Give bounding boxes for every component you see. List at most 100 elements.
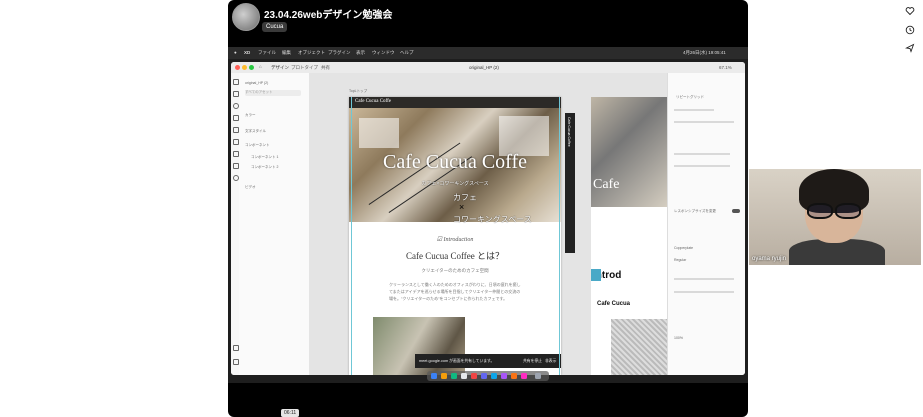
- app-icon[interactable]: [441, 373, 447, 379]
- app-icon[interactable]: [491, 373, 497, 379]
- hero-x-mark: ×: [459, 202, 465, 212]
- app-icon[interactable]: [511, 373, 517, 379]
- side-label-strip: Cafe Cucua Coffee: [565, 113, 575, 253]
- trash-icon[interactable]: [535, 373, 541, 379]
- responsive-resize-label: レスポンシブサイズを変更: [674, 209, 716, 213]
- xd-window: ⌂ デザイン プロトタイプ 共有 original_HP (2) 67.1% o…: [231, 62, 745, 375]
- finder-icon[interactable]: [431, 373, 437, 379]
- prop-row: [674, 153, 730, 155]
- component-item-2[interactable]: コンポーネント 2: [251, 165, 278, 169]
- font-family-select[interactable]: Copperplate: [674, 246, 693, 250]
- menu-file[interactable]: ファイル: [258, 50, 276, 56]
- hide-toast-button[interactable]: 非表示: [545, 359, 556, 364]
- artboard2-hero-text: Cafe: [593, 177, 620, 192]
- clock-icon[interactable]: [905, 25, 915, 35]
- assets-search-input[interactable]: すべてのアセット: [245, 90, 301, 96]
- chrome-icon[interactable]: [471, 373, 477, 379]
- menu-window[interactable]: ウィンドウ: [372, 50, 395, 56]
- tab-design[interactable]: デザイン: [271, 65, 289, 71]
- toast-message: meet.google.com が画面を共有しています。: [419, 359, 495, 363]
- app-icon[interactable]: [501, 373, 507, 379]
- property-inspector: リピートグリッド レスポンシブサイズを変更 Copperplate Regula…: [667, 73, 745, 375]
- home-icon[interactable]: ⌂: [259, 64, 262, 69]
- artboard2-hero: Cafe: [591, 97, 667, 207]
- zoom-level[interactable]: 67.1%: [719, 65, 732, 70]
- assets-document-label: original_HP (2): [245, 81, 269, 85]
- channel-badge[interactable]: Cucua: [262, 22, 288, 32]
- app-icon[interactable]: [461, 373, 467, 379]
- menu-help[interactable]: ヘルプ: [400, 50, 414, 56]
- xd-icon[interactable]: [521, 373, 527, 379]
- intro-label-text: Introduction: [443, 237, 474, 243]
- responsive-toggle[interactable]: [732, 209, 740, 213]
- mac-dock: [427, 371, 549, 381]
- artboard2-intro: Introd: [591, 269, 667, 283]
- mac-menubar: ● XD ファイル 編集 オブジェクト プラグイン 表示 ウィンドウ ヘルプ 4…: [228, 47, 748, 59]
- artboard2-photo: [611, 319, 667, 375]
- layout-guide: [559, 97, 560, 375]
- prop-row: [674, 121, 734, 123]
- app-icon[interactable]: [451, 373, 457, 379]
- video-player[interactable]: 23.04.26webデザイン勉強会 Cucua ● XD ファイル 編集 オブ…: [228, 0, 748, 417]
- component-item-1[interactable]: コンポーネント 1: [251, 155, 278, 159]
- intro-caption: クリエイターのためのカフェ空間: [421, 268, 489, 273]
- screen-share-toast: meet.google.com が画面を共有しています。 共有を停止 非表示: [415, 354, 561, 368]
- intro-title: Cafe Cucua Coffee とは？: [405, 251, 505, 261]
- menu-view[interactable]: 表示: [356, 50, 365, 56]
- hero-window-pane: [499, 116, 549, 156]
- site-header: Cafe Cucua Coffe: [349, 97, 561, 108]
- document-title: original_HP (2): [469, 65, 499, 70]
- hero-image: Cafe Cucua Coffe カフェ×コワーキングスペース カフェ × コワ…: [349, 108, 561, 224]
- menu-app-name[interactable]: XD: [244, 50, 250, 55]
- maximize-icon[interactable]: [249, 65, 254, 70]
- stop-sharing-button[interactable]: 共有を停止: [523, 359, 542, 364]
- section-colors[interactable]: カラー: [245, 113, 256, 117]
- hero-cafe-text: カフェ: [453, 193, 477, 202]
- tab-prototype[interactable]: プロトタイプ: [291, 65, 318, 71]
- assets-panel: original_HP (2) すべてのアセット カラー 文字スタイル コンポー…: [239, 73, 310, 375]
- channel-avatar[interactable]: [232, 3, 260, 31]
- hero-subtitle: カフェ×コワーキングスペース: [421, 181, 489, 187]
- prop-row: [674, 165, 730, 167]
- video-timestamp: 06:11: [281, 409, 300, 417]
- participant-name: oyama ryujin: [752, 256, 787, 262]
- artboard2-subtitle: Cafe Cucua: [597, 301, 631, 307]
- intro-body: クリーランスとして働く人のためのオフィスがわりに、日頃の疲れを癒してまたはアイデ…: [389, 282, 521, 301]
- artboard-top[interactable]: Cafe Cucua Coffe Cafe Cucua Coffe カフェ×コワ…: [349, 97, 561, 375]
- tab-share[interactable]: 共有: [321, 65, 330, 71]
- participant-glasses: [805, 203, 865, 219]
- section-components[interactable]: コンポーネント: [245, 143, 270, 147]
- minimize-icon[interactable]: [242, 65, 247, 70]
- app-icon[interactable]: [481, 373, 487, 379]
- hero-coworking-text: コワーキングスペース: [453, 215, 532, 224]
- prop-row: [674, 278, 734, 280]
- artboard-label[interactable]: TopLトップ: [349, 89, 367, 94]
- accent-block: [591, 269, 601, 281]
- participant-tile[interactable]: oyama ryujin: [749, 169, 921, 265]
- menu-edit[interactable]: 編集: [282, 50, 291, 56]
- layout-guide: [351, 97, 352, 375]
- video-title: 23.04.26webデザイン勉強会: [264, 10, 393, 21]
- hero-title: Cafe Cucua Coffe: [382, 151, 528, 173]
- heart-icon[interactable]: [905, 6, 915, 16]
- intro-label: ☑ Introduction: [436, 237, 474, 243]
- menu-object[interactable]: オブジェクト: [298, 50, 325, 56]
- site-logo: Cafe Cucua Coffe: [355, 99, 392, 104]
- close-icon[interactable]: [235, 65, 240, 70]
- repeat-grid-button[interactable]: リピートグリッド: [676, 95, 704, 100]
- shared-screen: ● XD ファイル 編集 オブジェクト プラグイン 表示 ウィンドウ ヘルプ 4…: [228, 47, 748, 383]
- share-icon[interactable]: [905, 43, 915, 53]
- section-video[interactable]: ビデオ: [245, 185, 256, 189]
- menubar-clock: 4月26日(水) 19:05:41: [683, 50, 726, 55]
- design-canvas[interactable]: TopLトップ Cafe Cucua Coffe Cafe Cucua Coff…: [309, 73, 667, 375]
- font-style-select[interactable]: Regular: [674, 258, 686, 262]
- section-text-styles[interactable]: 文字スタイル: [245, 129, 266, 133]
- hero-window-pane: [359, 118, 399, 148]
- prop-row: [674, 291, 734, 293]
- opacity-value[interactable]: 100%: [674, 336, 683, 340]
- artboard-second[interactable]: Cafe Introd Cafe Cucua: [591, 97, 667, 375]
- side-label-text: Cafe Cucua Coffee: [567, 117, 571, 147]
- menu-plugin[interactable]: プラグイン: [328, 50, 351, 56]
- prop-row: [674, 109, 714, 111]
- apple-icon[interactable]: ●: [234, 50, 237, 55]
